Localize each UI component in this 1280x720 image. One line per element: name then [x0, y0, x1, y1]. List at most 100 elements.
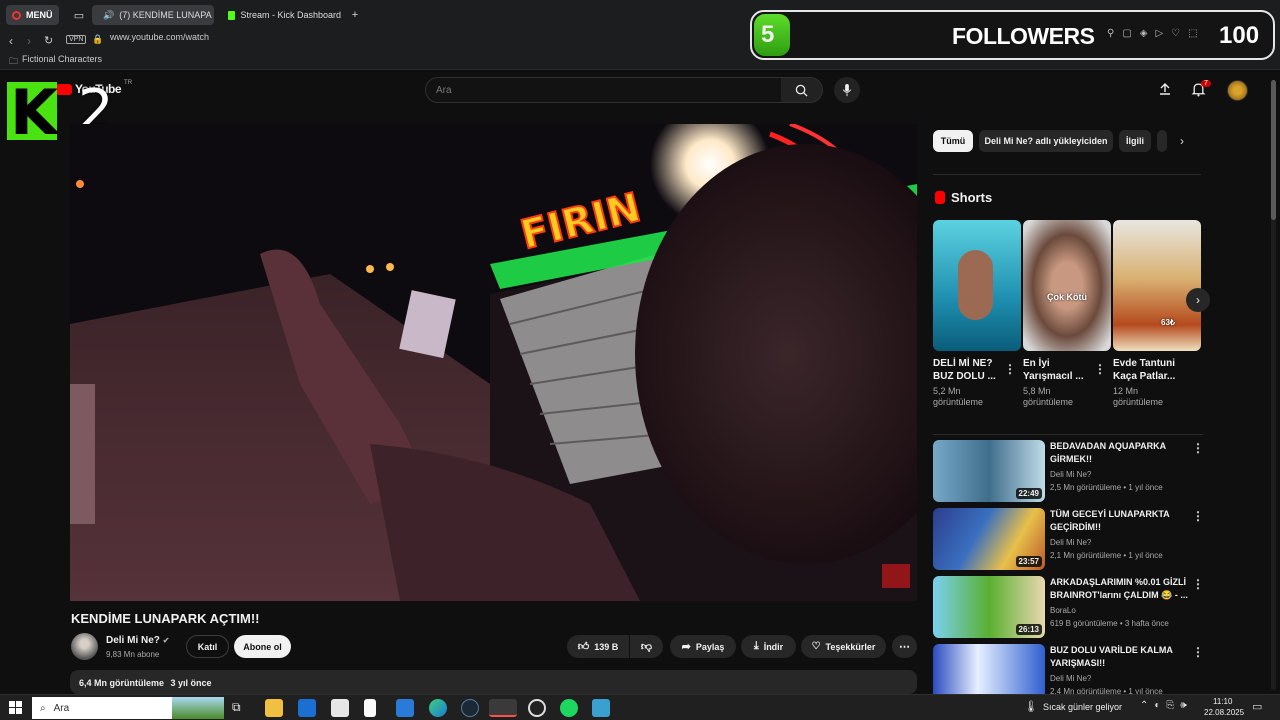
obs-icon[interactable]	[528, 699, 546, 717]
video-title-line2: BRAINROT'larını ÇALDIM 😂 - ...	[1050, 590, 1188, 600]
taskbar-search-placeholder: Ara	[53, 702, 70, 714]
upload-button[interactable]	[1158, 82, 1172, 101]
share-label: Paylaş	[695, 641, 725, 652]
weather-icon: 🌡	[1024, 701, 1038, 713]
short-views-unit: görüntüleme	[1023, 397, 1074, 407]
edge-icon[interactable]	[429, 699, 447, 717]
video-frame-scene: FIRIN	[70, 124, 917, 601]
short-views-unit: görüntüleme	[933, 397, 984, 407]
opera-icon	[12, 10, 21, 20]
like-button[interactable]: 👍︎ 139 B	[567, 635, 629, 658]
video-menu-icon[interactable]: ⋮	[1192, 441, 1204, 455]
video-channel: Deli Mi Ne?	[1050, 538, 1092, 547]
join-button[interactable]: Katıl	[186, 635, 229, 658]
tab-kick[interactable]: Stream - Kick Dashboard	[222, 5, 347, 25]
video-title-line1: BUZ DOLU VARİLDE KALMA	[1050, 645, 1173, 655]
search-icon	[795, 84, 808, 97]
short-card[interactable]: DELİ Mİ NE? BUZ DOLU ... 5,2 Mn görüntül…	[933, 220, 1021, 408]
notification-center-icon[interactable]: ▭	[1252, 700, 1262, 713]
reload-icon[interactable]: ↻	[44, 34, 53, 47]
voice-search-button[interactable]	[834, 77, 860, 103]
video-duration: 22:49	[1015, 488, 1042, 499]
photos-icon[interactable]	[396, 699, 414, 717]
opera-menu-button[interactable]: MENÜ	[6, 5, 59, 25]
description-box[interactable]: 6,4 Mn görüntüleme 3 yıl önce	[70, 670, 917, 694]
spotify-icon[interactable]	[560, 699, 578, 717]
short-card[interactable]: 63₺ Evde Tantuni Kaça Patlar... 12 Mn gö…	[1113, 220, 1201, 408]
app-icon[interactable]	[592, 699, 610, 717]
chips-next-icon[interactable]: ›	[1180, 134, 1184, 148]
video-meta: 2,5 Mn görüntüleme • 1 yıl önce	[1050, 483, 1163, 492]
dislike-button[interactable]: 👎︎	[630, 635, 663, 658]
opera-icon[interactable]	[489, 699, 517, 717]
new-tab-button[interactable]: +	[347, 5, 363, 25]
vpn-badge[interactable]: VPN	[66, 35, 87, 44]
bookmark-fictional-characters[interactable]: Fictional Characters	[22, 54, 102, 64]
chip-from-uploader[interactable]: Deli Mi Ne? adlı yükleyiciden	[979, 130, 1113, 152]
short-menu-icon[interactable]: ⋮	[1004, 362, 1016, 376]
recommended-video[interactable]: 26:13 ARKADAŞLARIMIN %0.01 GİZLİ BRAINRO…	[933, 576, 1203, 638]
start-button[interactable]	[9, 701, 22, 714]
video-duration: 26:13	[1015, 624, 1042, 635]
recommended-video[interactable]: BUZ DOLU VARİLDE KALMA YARIŞMASI!! Deli …	[933, 644, 1203, 694]
video-title-line1: ARKADAŞLARIMIN %0.01 GİZLİ	[1050, 577, 1187, 587]
short-thumbnail-text: 63₺	[1161, 318, 1175, 327]
kick-letter: K	[10, 82, 57, 140]
bookmark-folder-icon: 🗀	[9, 56, 19, 66]
short-menu-icon[interactable]: ⋮	[1094, 362, 1106, 376]
chip-related[interactable]: İlgili	[1119, 130, 1151, 152]
outlook-icon[interactable]	[298, 699, 316, 717]
forward-icon[interactable]: ›	[27, 34, 31, 48]
shorts-next-button[interactable]: ›	[1186, 288, 1210, 312]
channel-name[interactable]: Deli Mi Ne? ✔	[106, 635, 169, 646]
tab-manager-icon[interactable]: ▭	[68, 5, 90, 25]
thanks-icon: ♡	[811, 641, 821, 652]
short-title: En İyi Yarışmacıl ...	[1023, 358, 1084, 382]
chip-all[interactable]: Tümü	[933, 130, 973, 152]
download-button[interactable]: ⤓ İndir	[741, 635, 796, 658]
search-button[interactable]	[781, 77, 823, 103]
tab-youtube-label: (7) KENDİME LUNAPA	[119, 10, 212, 20]
video-menu-icon[interactable]: ⋮	[1192, 577, 1204, 591]
like-count: 139 B	[594, 641, 619, 652]
short-thumbnail: Çok Kötü	[1023, 220, 1111, 351]
video-title: KENDİME LUNAPARK AÇTIM!!	[71, 611, 260, 626]
upload-icon	[1160, 83, 1170, 95]
file-explorer-icon[interactable]	[265, 699, 283, 717]
scrollbar-thumb[interactable]	[1271, 80, 1276, 220]
thanks-button[interactable]: ♡ Teşekkürler	[801, 635, 886, 658]
followers-current: 5	[761, 21, 775, 48]
subscribe-button[interactable]: Abone ol	[234, 635, 291, 658]
shorts-header-label: Shorts	[951, 190, 993, 205]
url-field[interactable]: www.youtube.com/watch	[110, 32, 209, 42]
back-icon[interactable]: ‹	[9, 34, 13, 48]
tab-youtube[interactable]: 🔊 (7) KENDİME LUNAPA	[92, 5, 214, 25]
video-thumbnail: 23:57	[933, 508, 1045, 570]
lock-icon: 🔒	[92, 34, 104, 44]
chip-more[interactable]	[1157, 130, 1167, 152]
video-channel: BoraLo	[1050, 606, 1076, 615]
page-scrollbar[interactable]	[1271, 80, 1276, 690]
video-meta: 2,1 Mn görüntüleme • 1 yıl önce	[1050, 551, 1163, 560]
channel-avatar[interactable]	[71, 633, 98, 660]
account-avatar[interactable]	[1227, 80, 1248, 101]
notifications-button[interactable]: 7	[1191, 80, 1211, 102]
short-card[interactable]: Çok Kötü En İyi Yarışmacıl ... 5,8 Mn gö…	[1023, 220, 1111, 408]
video-menu-icon[interactable]: ⋮	[1192, 645, 1204, 659]
steam-icon[interactable]	[461, 699, 479, 717]
clock-time[interactable]: 11:10	[1213, 697, 1232, 706]
video-player[interactable]: FIRIN	[70, 124, 917, 601]
recommended-video[interactable]: 22:49 BEDAVADAN AQUAPARKA GİRMEK!! Deli …	[933, 440, 1203, 502]
video-menu-icon[interactable]: ⋮	[1192, 509, 1204, 523]
more-actions-button[interactable]: ⋯	[892, 635, 917, 658]
task-view-icon[interactable]: ⧉	[232, 700, 241, 715]
recommended-video[interactable]: 23:57 TÜM GECEYİ LUNAPARKTA GEÇİRDİM!! D…	[933, 508, 1203, 570]
store-icon[interactable]	[331, 699, 349, 717]
weather-text[interactable]: Sıcak günler geliyor	[1043, 702, 1122, 712]
search-input[interactable]: Ara	[425, 77, 782, 103]
share-button[interactable]: ➦ Paylaş	[670, 635, 736, 658]
clock-date[interactable]: 22.08.2025	[1204, 708, 1244, 717]
document-icon[interactable]	[364, 699, 376, 717]
taskbar-search-box[interactable]: ⌕ Ara	[32, 697, 224, 719]
system-tray-icons[interactable]: ⌃◐⎘🕪	[1140, 700, 1193, 711]
